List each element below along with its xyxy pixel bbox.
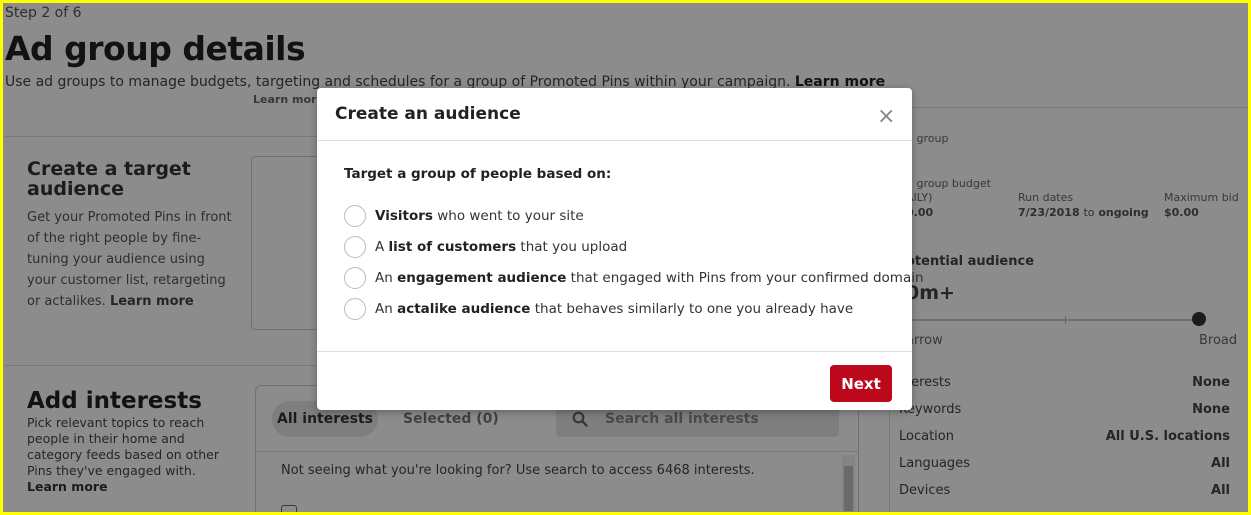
modal-subtitle: Target a group of people based on: bbox=[344, 166, 612, 182]
close-icon[interactable]: × bbox=[877, 106, 895, 128]
page-frame: Step 2 of 6 Ad group details Use ad grou… bbox=[3, 3, 1248, 512]
option-engagement[interactable]: An engagement audience that engaged with… bbox=[344, 267, 924, 289]
radio-button[interactable] bbox=[344, 298, 366, 320]
option-post: who went to your site bbox=[432, 208, 584, 224]
option-bold: engagement audience bbox=[397, 270, 567, 286]
radio-button[interactable] bbox=[344, 267, 366, 289]
modal-title: Create an audience bbox=[335, 104, 521, 124]
radio-button[interactable] bbox=[344, 236, 366, 258]
modal-header-divider bbox=[317, 140, 912, 141]
option-bold: Visitors bbox=[375, 208, 433, 224]
option-label: An actalike audience that behaves simila… bbox=[375, 301, 853, 317]
create-audience-modal: Create an audience × Target a group of p… bbox=[317, 88, 924, 410]
option-label: An engagement audience that engaged with… bbox=[375, 270, 924, 286]
option-actalike[interactable]: An actalike audience that behaves simila… bbox=[344, 298, 853, 320]
option-bold: list of customers bbox=[388, 239, 517, 255]
option-post: that behaves similarly to one you alread… bbox=[530, 301, 854, 317]
option-pre: A bbox=[375, 239, 389, 255]
option-bold: actalike audience bbox=[397, 301, 531, 317]
option-label: A list of customers that you upload bbox=[375, 239, 627, 255]
option-post: that engaged with Pins from your confirm… bbox=[566, 270, 924, 286]
option-post: that you upload bbox=[516, 239, 628, 255]
option-pre: An bbox=[375, 301, 398, 317]
radio-button[interactable] bbox=[344, 205, 366, 227]
next-button[interactable]: Next bbox=[830, 365, 892, 402]
option-label: Visitors who went to your site bbox=[375, 208, 584, 224]
option-visitors[interactable]: Visitors who went to your site bbox=[344, 205, 584, 227]
option-pre: An bbox=[375, 270, 398, 286]
modal-footer-divider bbox=[317, 351, 912, 352]
option-customer-list[interactable]: A list of customers that you upload bbox=[344, 236, 627, 258]
